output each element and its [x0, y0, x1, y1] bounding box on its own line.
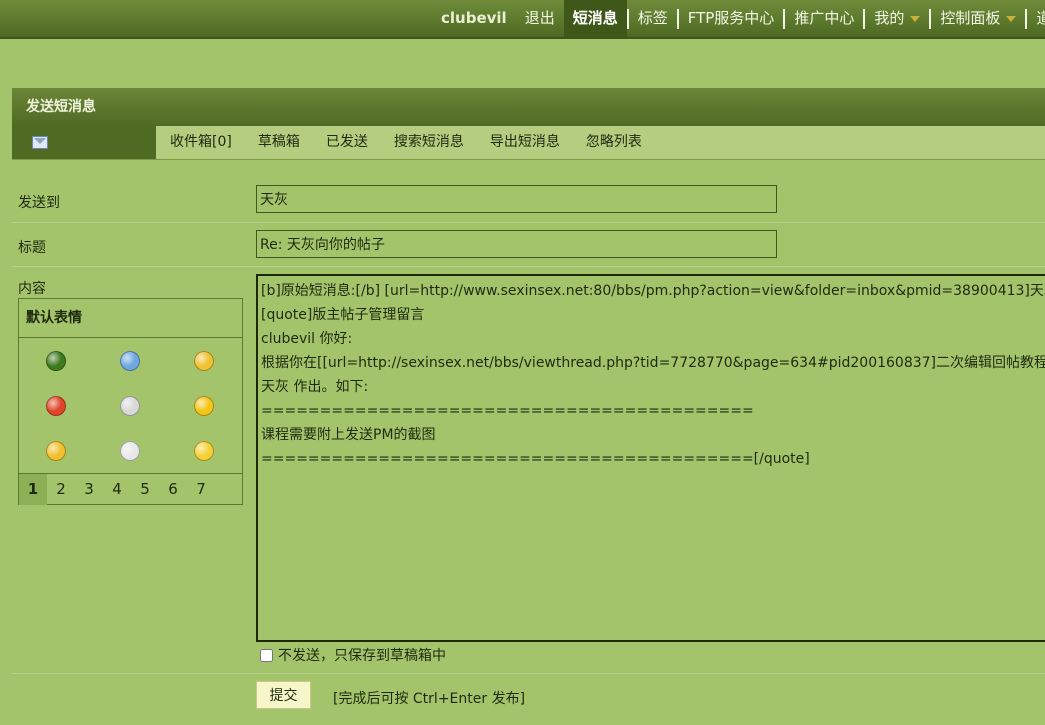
nav-logout[interactable]: 退出: [516, 0, 564, 37]
tab-export[interactable]: 导出短消息: [490, 126, 560, 159]
tab-ignore-list[interactable]: 忽略列表: [586, 126, 642, 159]
chevron-down-icon[interactable]: [1006, 15, 1017, 22]
row-divider: [12, 673, 1045, 674]
smilies-pagination: 1234567: [19, 474, 242, 505]
message-line: [quote]版主帖子管理留言: [261, 307, 425, 323]
smiley-cell[interactable]: [19, 428, 93, 473]
nav-mine[interactable]: 我的: [865, 0, 929, 37]
smilies-title: 默认表情: [19, 299, 242, 338]
smilies-panel: 默认表情 1234567: [18, 298, 243, 505]
tab-drafts[interactable]: 草稿箱: [258, 126, 300, 159]
message-textarea[interactable]: [b]原始短消息:[/b] [url=http://www.sexinsex.n…: [256, 274, 1045, 642]
nav-control-label: 控制面板: [940, 9, 1001, 27]
submit-hint: [完成后可按 Ctrl+Enter 发布]: [333, 691, 526, 707]
message-line: clubevil 你好:: [261, 331, 353, 347]
smilies-page-3[interactable]: 3: [75, 474, 103, 505]
nav-more[interactable]: 道: [1027, 0, 1045, 37]
message-line: [b]原始短消息:[/b] [url=http://www.sexinsex.n…: [261, 283, 1045, 299]
smiley-cell[interactable]: [167, 428, 241, 473]
smiley-cell[interactable]: [167, 338, 241, 383]
save-draft-label[interactable]: 不发送，只保存到草稿箱中: [278, 645, 446, 665]
top-navigation: clubevil 退出 短消息 标签 FTP服务中心 推广中心 我的 控制面板 …: [0, 0, 1045, 39]
nav-pm[interactable]: 短消息: [563, 0, 627, 37]
message-line: ========================================…: [261, 451, 810, 467]
row-divider: [12, 222, 1045, 223]
smilies-page-7[interactable]: 7: [187, 474, 215, 505]
nav-ftp[interactable]: FTP服务中心: [679, 0, 784, 37]
to-label: 发送到: [18, 195, 60, 211]
tab-compose[interactable]: [12, 126, 156, 159]
music-note-smiley-icon[interactable]: [120, 350, 140, 371]
tab-inbox[interactable]: 收件箱[0]: [170, 126, 232, 159]
pm-tabs: 收件箱[0] 草稿箱 已发送 搜索短消息 导出短消息 忽略列表: [12, 126, 1045, 160]
soccer-ball-smiley-icon[interactable]: [120, 440, 140, 461]
save-draft-option: 不发送，只保存到草稿箱中: [260, 645, 446, 665]
angry-smiley-icon[interactable]: [46, 395, 66, 416]
row-divider: [12, 266, 1045, 267]
smiley-cell[interactable]: [93, 383, 167, 428]
content-label: 内容: [18, 281, 46, 297]
smilies-page-4[interactable]: 4: [103, 474, 131, 505]
nav-username[interactable]: clubevil: [432, 0, 516, 37]
nav-mine-label: 我的: [874, 9, 905, 27]
tab-links: 收件箱[0] 草稿箱 已发送 搜索短消息 导出短消息 忽略列表: [170, 126, 668, 159]
smilies-page-1[interactable]: 1: [19, 474, 47, 505]
smilies-page-5[interactable]: 5: [131, 474, 159, 505]
to-field[interactable]: [256, 185, 777, 213]
smiley-cell[interactable]: [19, 383, 93, 428]
subject-field[interactable]: [256, 230, 777, 258]
smiley-cell[interactable]: [167, 383, 241, 428]
subject-input[interactable]: [260, 231, 776, 257]
nav-menu: clubevil 退出 短消息 标签 FTP服务中心 推广中心 我的 控制面板 …: [432, 0, 1045, 37]
panel-title: 发送短消息: [12, 88, 1045, 126]
mail-icon: [32, 136, 48, 149]
tab-search[interactable]: 搜索短消息: [394, 126, 464, 159]
turtle-smiley-icon[interactable]: [46, 350, 66, 371]
submit-button[interactable]: 提交: [256, 681, 311, 709]
skull-smiley-icon[interactable]: [120, 395, 140, 416]
tab-sent[interactable]: 已发送: [326, 126, 368, 159]
subject-label: 标题: [18, 240, 46, 256]
annoyed-smiley-icon[interactable]: [46, 440, 66, 461]
thumbs-up-smiley-icon[interactable]: [194, 350, 214, 371]
nav-control-panel[interactable]: 控制面板: [931, 0, 1025, 37]
smilies-grid: [19, 338, 242, 474]
sleepy-smiley-icon[interactable]: [194, 440, 214, 461]
to-input[interactable]: [260, 186, 776, 212]
smiley-cell[interactable]: [19, 338, 93, 383]
chevron-down-icon[interactable]: [910, 15, 921, 22]
message-line: 根据你在[[url=http://sexinsex.net/bbs/viewth…: [261, 355, 1045, 371]
nav-promo[interactable]: 推广中心: [785, 0, 863, 37]
smilies-page-2[interactable]: 2: [47, 474, 75, 505]
message-line: ========================================…: [261, 403, 754, 419]
smiley-cell[interactable]: [93, 338, 167, 383]
smiley-cell[interactable]: [93, 428, 167, 473]
cool-smiley-icon[interactable]: [194, 395, 214, 416]
message-line: 天灰 作出。如下:: [261, 379, 369, 395]
message-line: 课程需要附上发送PM的截图: [261, 427, 436, 443]
nav-tags[interactable]: 标签: [629, 0, 677, 37]
smilies-page-6[interactable]: 6: [159, 474, 187, 505]
save-draft-checkbox[interactable]: [260, 648, 273, 662]
